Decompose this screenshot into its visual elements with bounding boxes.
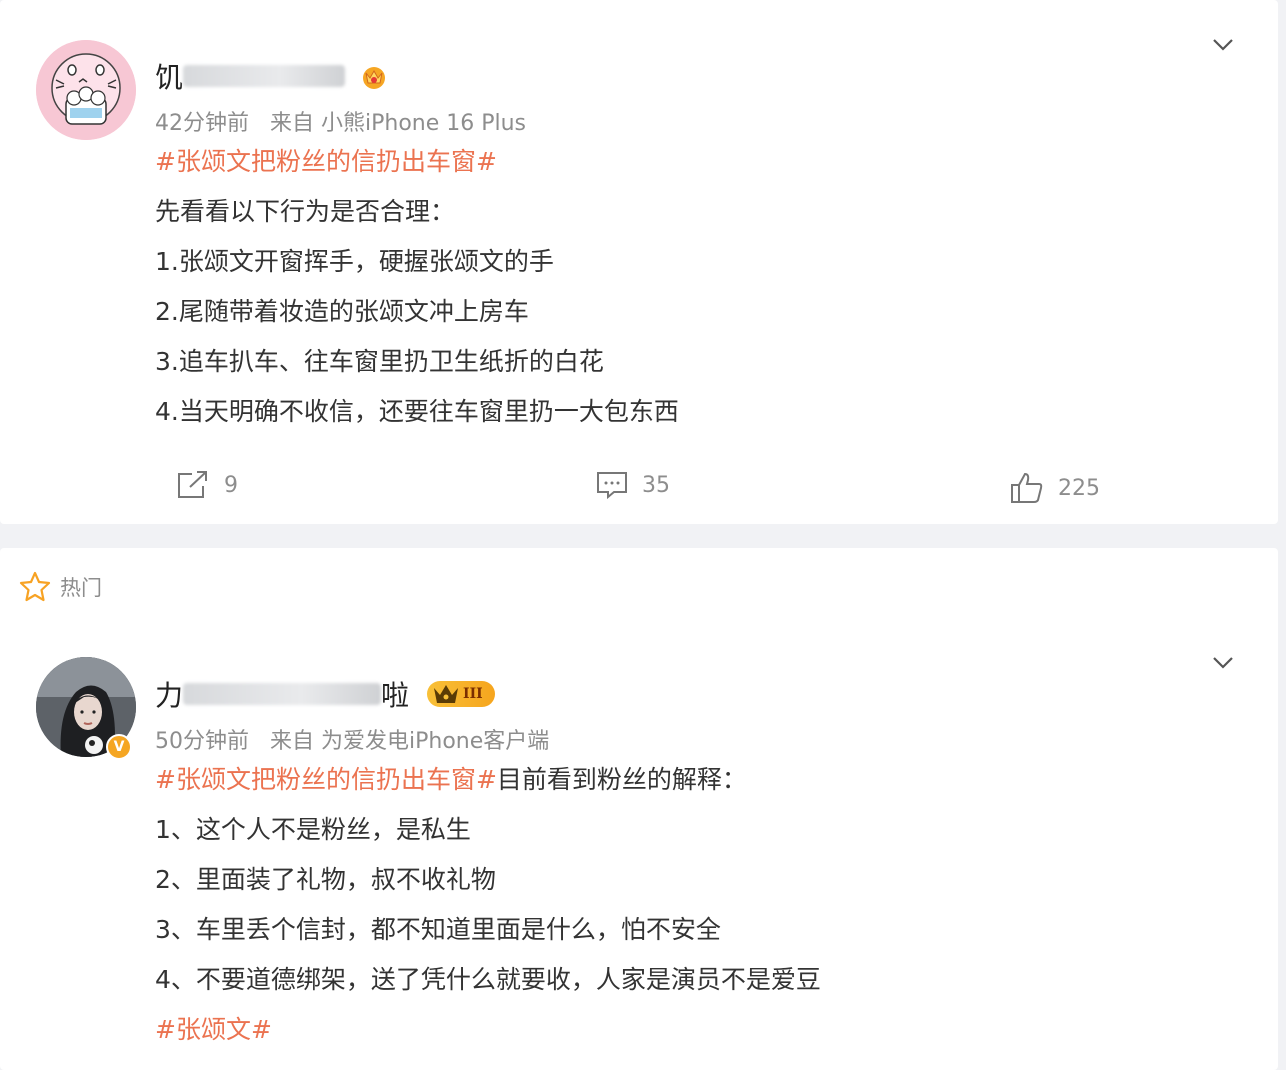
post-line: #张颂文把粉丝的信扔出车窗#目前看到粉丝的解释： xyxy=(155,765,747,795)
user-avatar[interactable] xyxy=(36,40,136,140)
hot-section-header: 热门 xyxy=(18,570,102,604)
star-icon xyxy=(19,571,51,602)
post-line: 1.张颂文开窗挥手，硬握张颂文的手 xyxy=(155,247,554,276)
post-line: 2.尾随带着妆造的张颂文冲上房车 xyxy=(155,297,529,326)
hashtag-link[interactable]: #张颂文把粉丝的信扔出车窗# xyxy=(155,147,497,177)
chevron-down-icon[interactable] xyxy=(1212,38,1234,52)
share-icon xyxy=(178,471,207,498)
post-timestamp[interactable]: 50分钟前 xyxy=(155,729,249,754)
username[interactable]: 饥 xyxy=(155,58,389,94)
comment-icon xyxy=(597,472,627,500)
comment-count: 35 xyxy=(642,472,670,498)
post-line: 4、不要道德绑架，送了凭什么就要收，人家是演员不是爱豆 xyxy=(155,965,821,994)
hashtag-text[interactable]: #张颂文把粉丝的信扔出车窗# xyxy=(155,147,497,176)
thumbs-up-icon xyxy=(1011,472,1043,503)
vip-crown-icon xyxy=(363,67,386,89)
post-source: 来自 为爱发电iPhone客户端 xyxy=(270,729,550,754)
post-timestamp[interactable]: 42分钟前 xyxy=(155,111,249,136)
username-visible-prefix: 饥 xyxy=(155,61,184,94)
cartoon-avatar-icon xyxy=(36,40,136,140)
footer-hashtag[interactable]: #张颂文# xyxy=(155,1015,272,1044)
chevron-down-icon[interactable] xyxy=(1212,656,1234,670)
post-line: 3、车里丢个信封，都不知道里面是什么，怕不安全 xyxy=(155,915,721,944)
post-line: 1、这个人不是粉丝，是私生 xyxy=(155,815,471,844)
repost-count: 9 xyxy=(224,472,238,498)
post-line: 4.当天明确不收信，还要往车窗里扔一大包东西 xyxy=(155,397,679,426)
post-line: 2、里面装了礼物，叔不收礼物 xyxy=(155,865,496,894)
repost-button[interactable]: 9 xyxy=(176,470,238,500)
user-level-badge: III xyxy=(427,681,495,707)
post-source: 来自 小熊iPhone 16 Plus xyxy=(270,111,527,136)
hot-label: 热门 xyxy=(60,576,102,600)
username-visible-prefix: 力 xyxy=(155,679,184,712)
username-redacted xyxy=(183,683,382,705)
comment-button[interactable]: 35 xyxy=(596,470,670,500)
username-redacted xyxy=(183,65,346,87)
post-meta: 42分钟前 来自 小熊iPhone 16 Plus xyxy=(155,105,526,137)
like-button[interactable]: 225 xyxy=(1010,472,1100,504)
verified-badge: V xyxy=(106,734,132,760)
post-line: 3.追车扒车、往车窗里扔卫生纸折的白花 xyxy=(155,347,604,376)
hashtag-text[interactable]: #张颂文把粉丝的信扔出车窗# xyxy=(155,765,497,794)
level-text: III xyxy=(463,686,483,702)
hashtag-link[interactable]: #张颂文# xyxy=(155,1015,272,1045)
username-visible-suffix: 啦 xyxy=(381,679,410,712)
username[interactable]: 力 啦 III xyxy=(155,676,495,712)
like-count: 225 xyxy=(1058,475,1100,501)
crown-icon xyxy=(434,685,459,703)
hashtag-trailing-text: 目前看到粉丝的解释： xyxy=(496,765,747,794)
post-meta: 50分钟前 来自 为爱发电iPhone客户端 xyxy=(155,723,549,755)
post-line: 先看看以下行为是否合理： xyxy=(155,197,456,226)
